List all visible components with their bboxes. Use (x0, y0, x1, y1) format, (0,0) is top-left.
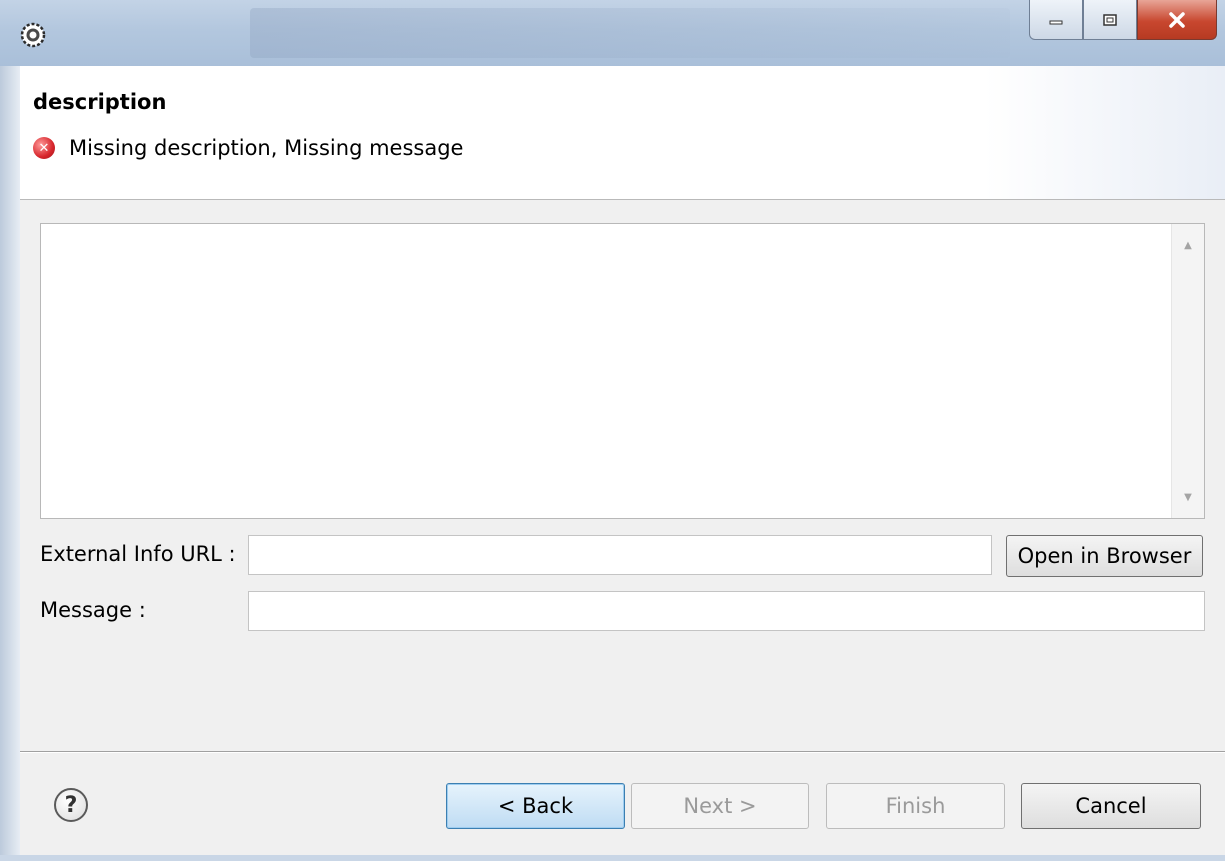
finish-button[interactable]: Finish (826, 783, 1005, 829)
maximize-icon (1103, 13, 1117, 26)
window-bottom-edge (0, 855, 1225, 861)
error-message-row: ✕ Missing description, Missing message (33, 136, 463, 160)
wizard-header: description ✕ Missing description, Missi… (20, 66, 1225, 200)
description-textarea[interactable]: ▲ ▼ (40, 223, 1205, 519)
footer-separator (20, 751, 1225, 753)
help-icon[interactable]: ? (54, 788, 88, 822)
error-message: Missing description, Missing message (69, 136, 464, 160)
scroll-down-arrow-icon[interactable]: ▼ (1172, 482, 1204, 512)
maximize-button[interactable] (1083, 0, 1137, 40)
close-button[interactable] (1137, 0, 1217, 40)
back-button[interactable]: < Back (446, 783, 625, 829)
error-icon: ✕ (33, 137, 55, 159)
window-left-edge (0, 66, 20, 861)
window-controls (1029, 0, 1217, 44)
cancel-button[interactable]: Cancel (1021, 783, 1201, 829)
description-scrollbar[interactable]: ▲ ▼ (1171, 224, 1204, 518)
title-bar[interactable] (0, 0, 1225, 66)
minimize-button[interactable] (1029, 0, 1083, 40)
close-icon (1169, 11, 1185, 28)
minimize-icon (1049, 20, 1063, 24)
external-url-label: External Info URL : (40, 542, 236, 566)
open-in-browser-button[interactable]: Open in Browser (1006, 535, 1203, 577)
eclipse-gear-icon (20, 22, 46, 48)
next-button[interactable]: Next > (631, 783, 809, 829)
wizard-dialog: description ✕ Missing description, Missi… (0, 0, 1225, 861)
external-url-input[interactable] (248, 535, 992, 575)
page-title: description (33, 90, 167, 114)
title-bar-background-blur (250, 8, 1010, 58)
message-input[interactable] (248, 591, 1205, 631)
scroll-up-arrow-icon[interactable]: ▲ (1172, 230, 1204, 260)
message-label: Message : (40, 598, 146, 622)
